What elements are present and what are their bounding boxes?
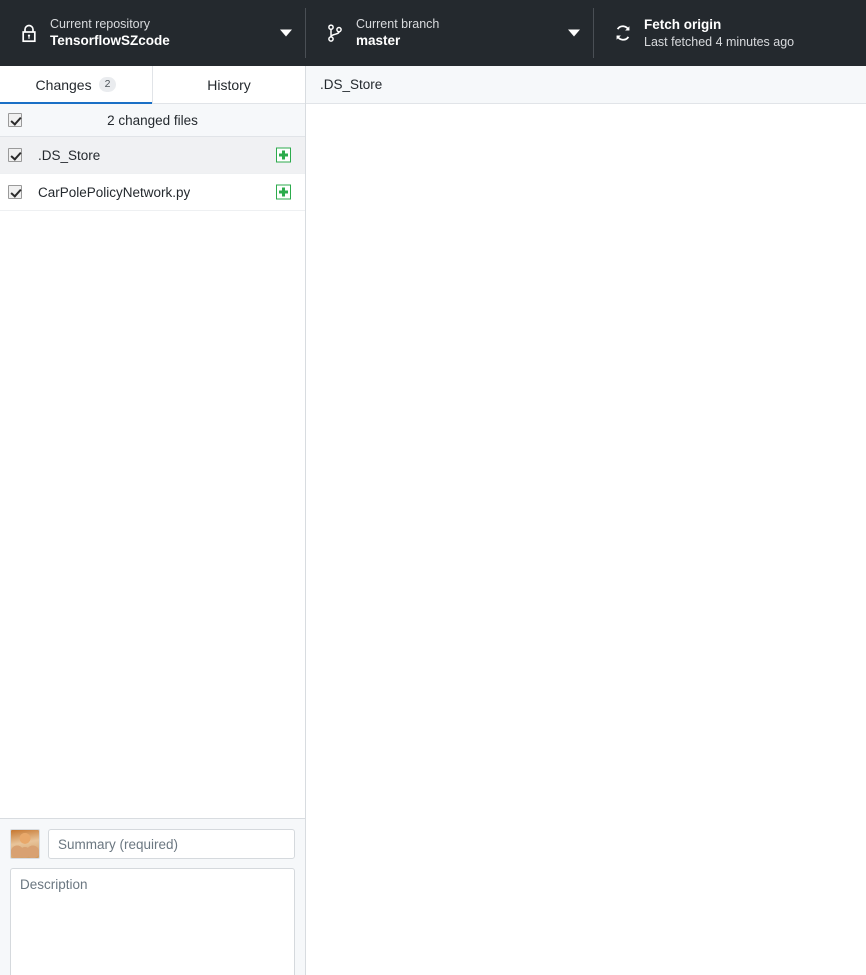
main-panel: .DS_Store https://blog.csdn.net/wei @51C… — [306, 66, 866, 975]
file-list-empty-space — [0, 211, 305, 819]
sidebar-tabs: Changes 2 History — [0, 66, 305, 104]
file-name: .DS_Store — [38, 147, 101, 163]
file-list-item-carpolepolicynetwork[interactable]: CarPolePolicyNetwork.py — [0, 174, 305, 211]
fetch-origin-title: Fetch origin — [644, 17, 722, 33]
chevron-down-icon[interactable] — [280, 29, 292, 37]
changed-files-header: 2 changed files — [0, 104, 305, 137]
tab-changes-label: Changes — [35, 76, 92, 93]
current-branch-button[interactable]: Current branch master — [306, 0, 594, 66]
file-checkbox[interactable] — [8, 148, 22, 162]
diff-file-name: .DS_Store — [320, 77, 383, 92]
select-all-checkbox[interactable] — [8, 113, 22, 127]
diff-body: https://blog.csdn.net/wei @51CTO博客 — [306, 104, 866, 975]
tab-history[interactable]: History — [153, 66, 305, 103]
file-status-added-icon — [276, 147, 291, 163]
fetch-origin-button[interactable]: Fetch origin Last fetched 4 minutes ago — [594, 0, 866, 66]
current-repository-button[interactable]: Current repository TensorflowSZcode — [0, 0, 306, 66]
tab-changes[interactable]: Changes 2 — [0, 66, 153, 104]
tab-history-label: History — [207, 76, 251, 93]
top-toolbar: Current repository TensorflowSZcode Curr… — [0, 0, 866, 66]
fetch-origin-subtitle: Last fetched 4 minutes ago — [644, 34, 795, 49]
file-list-item-ds-store[interactable]: .DS_Store — [0, 137, 305, 174]
lock-icon — [16, 20, 42, 46]
current-repository-value: TensorflowSZcode — [50, 33, 170, 49]
chevron-down-icon[interactable] — [568, 29, 580, 37]
avatar — [10, 829, 40, 859]
current-branch-value: master — [356, 33, 401, 49]
commit-summary-input[interactable] — [48, 829, 295, 859]
current-branch-label: Current branch — [356, 17, 440, 32]
diff-file-header: .DS_Store — [306, 66, 866, 104]
file-checkbox[interactable] — [8, 185, 22, 199]
github-desktop-window: Current repository TensorflowSZcode Curr… — [0, 0, 866, 975]
commit-summary-row — [10, 829, 295, 859]
commit-description-wrap — [10, 868, 295, 975]
sync-icon — [610, 20, 636, 46]
tab-changes-badge: 2 — [98, 76, 117, 93]
commit-description-input[interactable] — [11, 869, 294, 975]
current-repository-label: Current repository — [50, 17, 151, 32]
file-name: CarPolePolicyNetwork.py — [38, 184, 191, 200]
git-branch-icon — [322, 20, 348, 46]
changed-files-count: 2 changed files — [107, 112, 198, 128]
file-status-added-icon — [276, 184, 291, 200]
sidebar: Changes 2 History 2 changed files .DS_St… — [0, 66, 306, 975]
commit-area: Commit to master — [0, 819, 305, 975]
